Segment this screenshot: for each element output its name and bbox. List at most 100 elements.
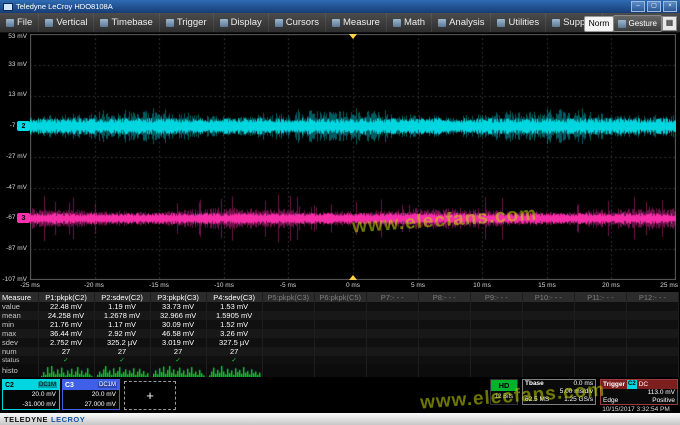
channel-c2-vdiv: 20.0 mV	[3, 390, 59, 400]
gesture-hand-icon	[618, 20, 626, 28]
measure-row-label: value	[0, 302, 38, 311]
hd-bits: 12 Bits	[491, 391, 517, 404]
measure-column-p5[interactable]: P5:pkpk(C3)	[262, 292, 314, 302]
measure-histogram-cell	[150, 364, 206, 377]
tbase-samples: 62.5 MS	[525, 396, 549, 404]
app-icon	[3, 3, 13, 11]
measure-cell: 1.5905 mV	[206, 311, 262, 320]
x-axis-label: -20 ms	[76, 282, 112, 289]
menu-vertical[interactable]: Vertical	[39, 13, 94, 32]
add-trace-button[interactable]: +	[124, 381, 176, 410]
channel-c3-descriptor[interactable]: C3 DC1M 20.0 mV 27.000 mV	[62, 379, 120, 410]
measure-cell: 32.966 mV	[150, 311, 206, 320]
tbase-label: Tbase	[525, 380, 544, 388]
measure-cell: 27	[94, 347, 150, 356]
menu-timebase[interactable]: Timebase	[94, 13, 159, 32]
measure-cell: 325.2 µV	[94, 338, 150, 347]
trigger-time-marker-top[interactable]	[349, 34, 357, 39]
measure-table: Measure P1:pkpk(C2) P2:sdev(C2) P3:pkpk(…	[0, 292, 679, 377]
menu-math[interactable]: Math	[387, 13, 432, 32]
x-axis-label: 25 ms	[650, 282, 678, 289]
measure-row-label: sdev	[0, 338, 38, 347]
measure-histogram-cell	[94, 364, 150, 377]
status-check-icon: ✓	[206, 356, 262, 364]
histogram-sparkline	[153, 365, 205, 377]
x-axis-label: 0 ms	[335, 282, 371, 289]
minimize-button[interactable]: –	[631, 1, 645, 12]
menu-display[interactable]: Display	[214, 13, 269, 32]
channel-c3-offset: 27.000 mV	[63, 400, 119, 410]
measure-cell: 27	[206, 347, 262, 356]
y-axis-label: 13 mV	[0, 91, 27, 98]
menu-utilities[interactable]: Utilities	[491, 13, 546, 32]
channel-offset-tab-c3[interactable]: 3	[17, 213, 30, 223]
measure-column-p6[interactable]: P6:pkpk(C5)	[314, 292, 366, 302]
trigger-type: Edge	[603, 397, 618, 405]
measure-column-p12[interactable]: P12:- - -	[626, 292, 678, 302]
measure-column-p3[interactable]: P3:pkpk(C3)	[150, 292, 206, 302]
maximize-button[interactable]: ▢	[647, 1, 661, 12]
close-button[interactable]: ×	[663, 1, 677, 12]
measure-column-p2[interactable]: P2:sdev(C2)	[94, 292, 150, 302]
timestamp: 10/15/2017 3:32:54 PM	[594, 406, 678, 413]
grid-toggle-button[interactable]: ▦	[662, 16, 677, 31]
cursors-icon	[275, 19, 283, 27]
timebase-icon	[100, 19, 108, 27]
measure-cell: 30.09 mV	[150, 320, 206, 329]
measure-cell: 36.44 mV	[38, 329, 94, 338]
measure-histogram-cell	[206, 364, 262, 377]
display-icon	[220, 19, 228, 27]
measure-row-label: mean	[0, 311, 38, 320]
menu-file[interactable]: File	[0, 13, 39, 32]
measure-column-p9[interactable]: P9:- - -	[470, 292, 522, 302]
brand-teledyne: TELEDYNE	[4, 415, 48, 424]
status-check-icon: ✓	[94, 356, 150, 364]
channel-c2-descriptor[interactable]: C2 DC1M 20.0 mV -31.000 mV	[2, 379, 60, 410]
measure-column-p1[interactable]: P1:pkpk(C2)	[38, 292, 94, 302]
menu-cursors[interactable]: Cursors	[269, 13, 326, 32]
measure-column-p8[interactable]: P8:- - -	[418, 292, 470, 302]
measure-cell: 33.73 mV	[150, 302, 206, 311]
measure-cell: 3.019 mV	[150, 338, 206, 347]
timebase-descriptor[interactable]: Tbase0.0 ms 5.00 ms/div 62.5 MS1.25 GS/s	[522, 379, 596, 405]
measure-column-p11[interactable]: P11:- - -	[574, 292, 626, 302]
menu-measure[interactable]: Measure	[326, 13, 387, 32]
channel-offset-tab-c2[interactable]: 2	[17, 121, 30, 131]
trigger-descriptor[interactable]: Trigger C2 DC 113.0 mV EdgePositive	[600, 379, 678, 405]
channel-c2-offset: -31.000 mV	[3, 400, 59, 410]
window-title: Teledyne LeCroy HDO8108A	[16, 2, 113, 11]
analysis-icon	[438, 19, 446, 27]
vertical-icon	[45, 19, 53, 27]
measure-header: Measure	[0, 292, 38, 302]
trigger-coupling: DC	[639, 380, 648, 389]
descriptor-bar: C2 DC1M 20.0 mV -31.000 mV C3 DC1M 20.0 …	[0, 377, 680, 413]
trigger-mode-norm-button[interactable]: Norm	[584, 16, 614, 32]
measure-column-p4[interactable]: P4:sdev(C3)	[206, 292, 262, 302]
y-axis-label: -87 mV	[0, 245, 27, 252]
waveform-canvas[interactable]	[30, 34, 676, 280]
measure-cell: 327.5 µV	[206, 338, 262, 347]
measure-column-p10[interactable]: P10:- - -	[522, 292, 574, 302]
menu-trigger[interactable]: Trigger	[160, 13, 214, 32]
hd-mode-indicator[interactable]: HD 12 Bits	[490, 379, 518, 405]
measure-row-label: num	[0, 347, 38, 356]
x-axis-label: -5 ms	[270, 282, 306, 289]
trigger-source-badge: C2	[627, 380, 637, 389]
trigger-time-marker-bottom[interactable]	[349, 275, 357, 280]
measure-column-p7[interactable]: P7:- - -	[366, 292, 418, 302]
histogram-sparkline	[209, 365, 261, 377]
measure-cell: 24.258 mV	[38, 311, 94, 320]
trigger-icon	[166, 19, 174, 27]
menu-analysis[interactable]: Analysis	[432, 13, 491, 32]
gesture-button[interactable]: Gesture	[613, 15, 662, 32]
math-icon	[393, 19, 401, 27]
measure-cell: 22.48 mV	[38, 302, 94, 311]
brand-lecroy: LECROY	[51, 415, 85, 424]
tbase-tdiv: 5.00 ms/div	[560, 388, 593, 396]
oscilloscope-screen: Teledyne LeCroy HDO8108A – ▢ × File Vert…	[0, 0, 680, 425]
y-axis-label: -47 mV	[0, 184, 27, 191]
hd-label: HD	[491, 380, 517, 391]
histogram-sparkline	[97, 365, 149, 377]
measure-histogram-cell	[38, 364, 94, 377]
x-axis-label: 5 ms	[400, 282, 436, 289]
